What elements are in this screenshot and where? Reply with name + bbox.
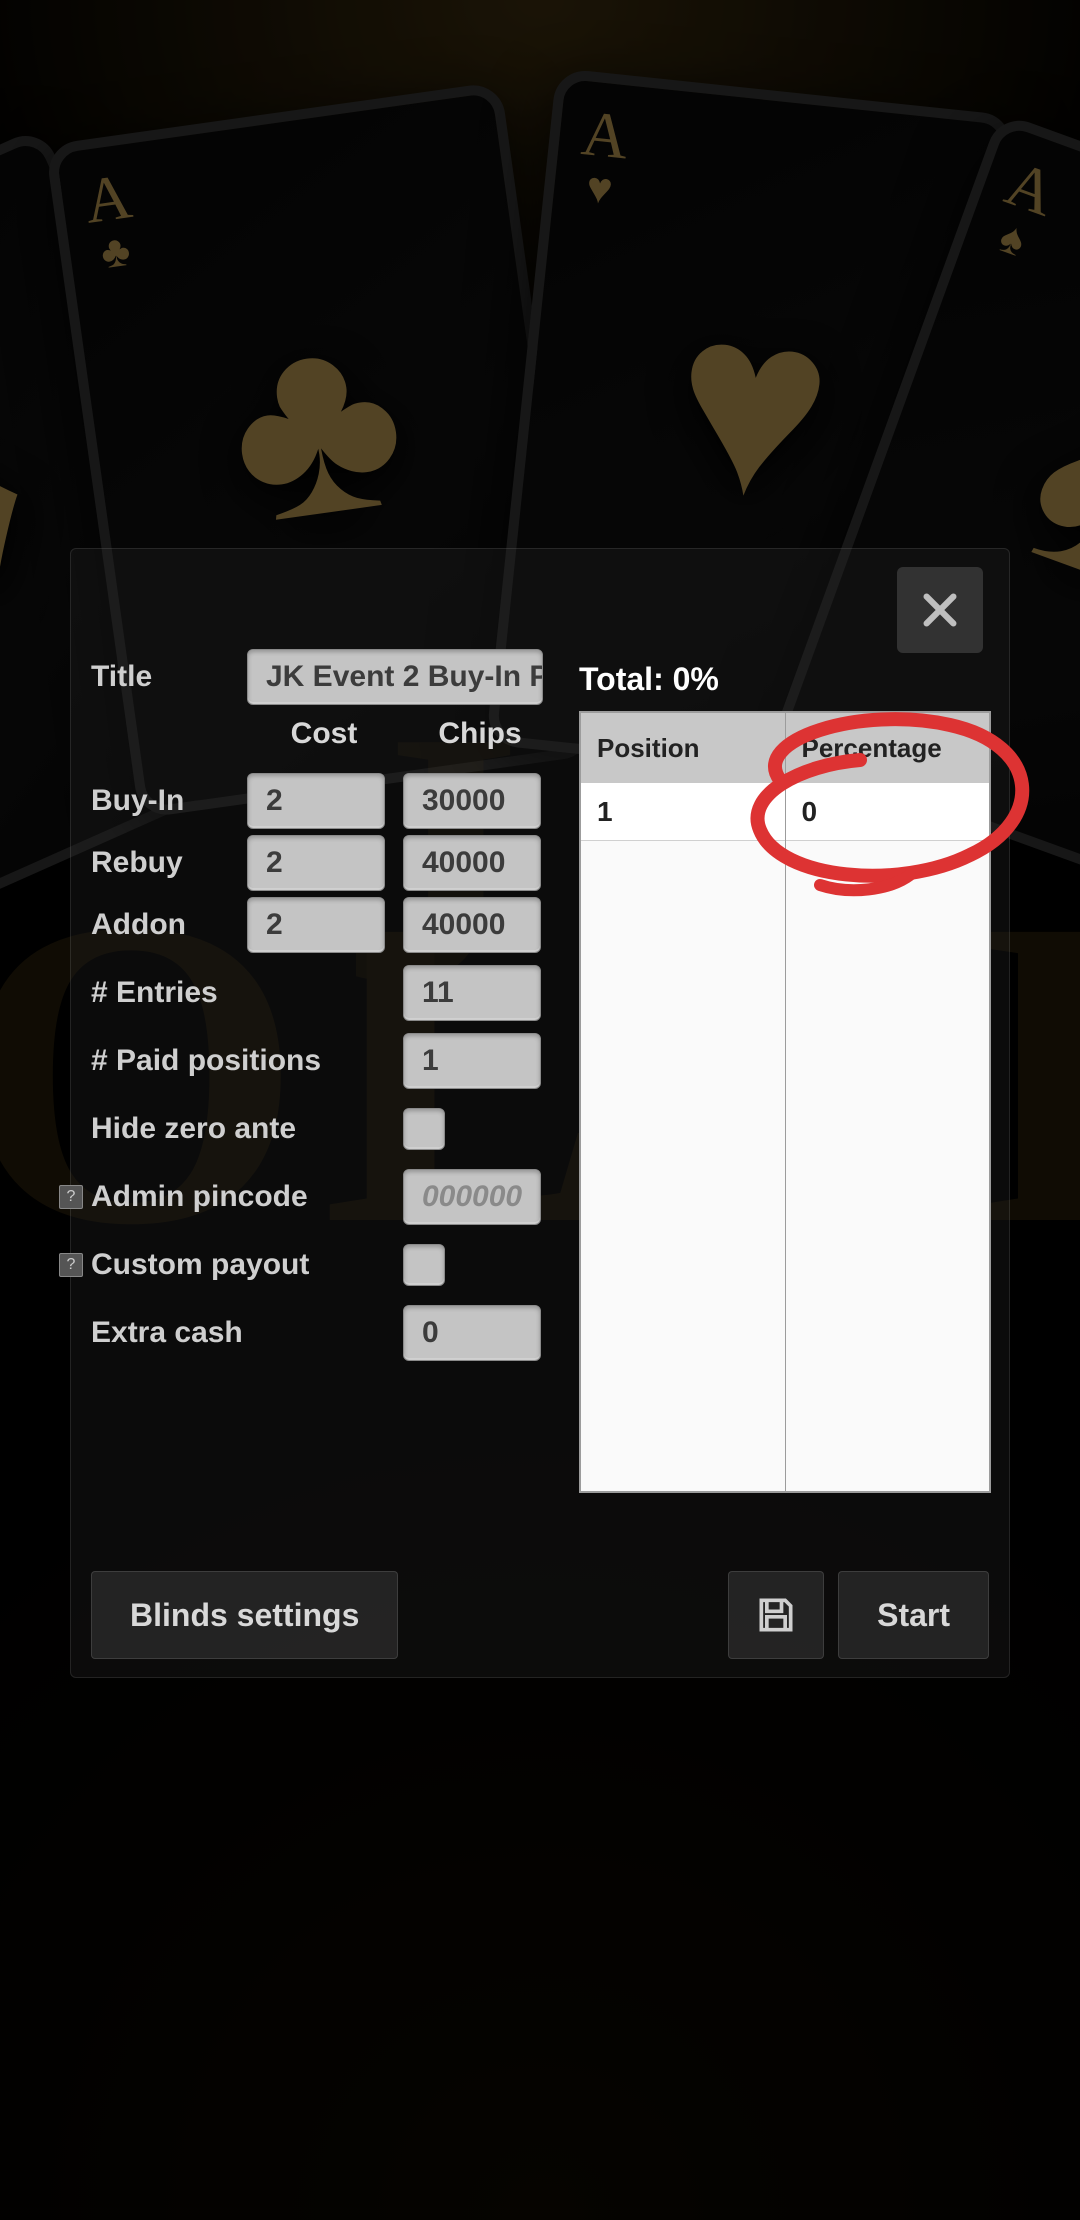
total-percentage: Total: 0% [579,661,719,698]
rebuy-cost-input[interactable]: 2 [247,835,385,891]
custom-payout-help[interactable]: ? [59,1253,83,1277]
hide-zero-ante-label: Hide zero ante [91,1112,403,1146]
start-button[interactable]: Start [838,1571,989,1659]
save-icon [754,1593,798,1637]
entries-input[interactable]: 11 [403,965,541,1021]
close-icon [917,587,963,633]
modal-footer: Blinds settings Start [91,1571,989,1659]
chips-header: Chips [403,717,557,751]
custom-payout-row: ? Custom payout [91,1235,541,1295]
entries-row: # Entries 11 [91,963,541,1023]
addon-row: Addon 2 40000 [91,895,541,955]
percentage-header: Percentage [786,713,990,783]
paid-positions-row: # Paid positions 1 [91,1031,541,1091]
position-header: Position [581,713,786,783]
rebuy-label: Rebuy [91,846,247,880]
title-row: Title JK Event 2 Buy-In Pri [91,648,543,706]
rebuy-chips-input[interactable]: 40000 [403,835,541,891]
buyin-chips-input[interactable]: 30000 [403,773,541,829]
extra-cash-input[interactable]: 0 [403,1305,541,1361]
admin-pincode-row: ? Admin pincode 000000 [91,1167,541,1227]
admin-pincode-help[interactable]: ? [59,1185,83,1209]
percentage-column: 0 [786,783,990,1491]
title-input[interactable]: JK Event 2 Buy-In Pri [247,649,543,705]
title-label: Title [91,660,247,694]
blinds-settings-button[interactable]: Blinds settings [91,1571,398,1659]
position-cell[interactable]: 1 [581,783,785,841]
percentage-cell[interactable]: 0 [786,783,990,841]
close-button[interactable] [897,567,983,653]
settings-grid: Buy-In 2 30000 Rebuy 2 40000 Addon 2 400… [91,771,541,1365]
save-button[interactable] [728,1571,824,1659]
payout-table: Position Percentage 1 0 [579,711,991,1493]
addon-chips-input[interactable]: 40000 [403,897,541,953]
column-headers: Cost Chips [247,717,627,751]
paid-positions-label: # Paid positions [91,1044,403,1078]
extra-cash-row: Extra cash 0 [91,1303,541,1363]
admin-pincode-input[interactable]: 000000 [403,1169,541,1225]
buyin-cost-input[interactable]: 2 [247,773,385,829]
event-settings-modal: Title JK Event 2 Buy-In Pri Total: 0% Co… [70,548,1010,1678]
hide-zero-ante-checkbox[interactable] [403,1108,445,1150]
payout-table-body: 1 0 [581,783,989,1491]
entries-label: # Entries [91,976,403,1010]
addon-label: Addon [91,908,247,942]
payout-table-head: Position Percentage [581,713,989,783]
rebuy-row: Rebuy 2 40000 [91,833,541,893]
addon-cost-input[interactable]: 2 [247,897,385,953]
position-column: 1 [581,783,786,1491]
custom-payout-checkbox[interactable] [403,1244,445,1286]
custom-payout-label: Custom payout [91,1248,403,1282]
cost-header: Cost [247,717,401,751]
admin-pincode-label: Admin pincode [91,1180,403,1214]
buyin-row: Buy-In 2 30000 [91,771,541,831]
paid-positions-input[interactable]: 1 [403,1033,541,1089]
extra-cash-label: Extra cash [91,1316,403,1350]
buyin-label: Buy-In [91,784,247,818]
hide-zero-ante-row: Hide zero ante [91,1099,541,1159]
